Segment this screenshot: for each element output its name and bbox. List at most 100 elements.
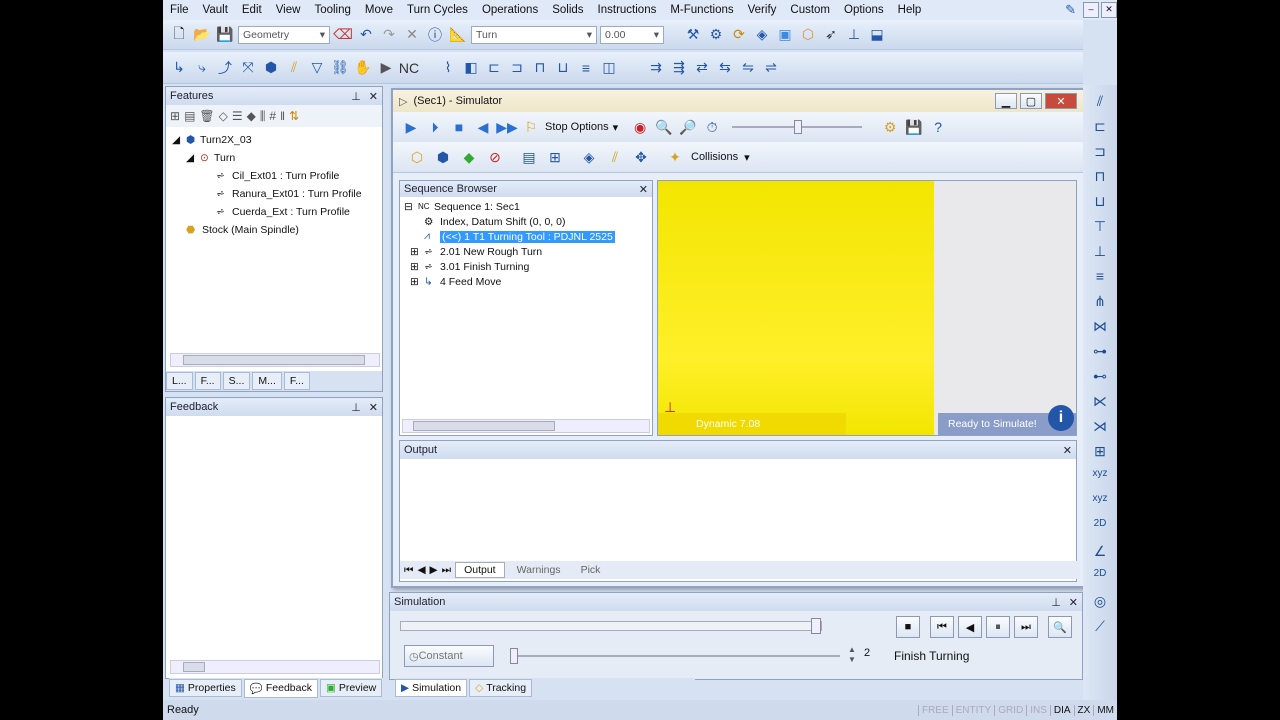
arrow-right-icon[interactable]: ⤷ (192, 58, 212, 78)
vt-line-icon[interactable]: ⟋ (1095, 618, 1105, 640)
speed-slider-thumb[interactable] (510, 648, 518, 664)
menu-operations[interactable]: Operations (475, 4, 545, 16)
close-button[interactable]: ✕ (1045, 93, 1077, 109)
cycle-7-icon[interactable]: ≡ (576, 58, 596, 78)
cycle-2-icon[interactable]: ◧ (461, 58, 481, 78)
features-hscrollbar[interactable] (170, 353, 380, 367)
next-icon[interactable]: ▶ (430, 564, 438, 576)
expand-icon[interactable]: ◢ (186, 152, 200, 164)
scroll-thumb[interactable] (413, 421, 555, 431)
menu-vault[interactable]: Vault (196, 4, 235, 16)
filter-icon[interactable]: ◇ (219, 109, 228, 123)
plane-icon[interactable]: ⬓ (867, 25, 887, 45)
move-3-icon[interactable]: ⇄ (692, 58, 712, 78)
cycle-8-icon[interactable]: ◫ (599, 58, 619, 78)
arrow-multi-icon[interactable]: ⤧ (238, 58, 258, 78)
prev-button[interactable]: ◀ (958, 616, 982, 638)
eraser-icon[interactable]: ⌫ (333, 25, 353, 45)
view-part-icon[interactable]: ◆ (459, 147, 479, 167)
move-6-icon[interactable]: ⇌ (761, 58, 781, 78)
display-4-icon[interactable]: ⫽ (605, 147, 625, 167)
sequence-item[interactable]: ⊞ ⩫ 3.01 Finish Turning (404, 259, 648, 274)
help-icon[interactable]: ? (928, 117, 948, 137)
record-icon[interactable]: ◉ (630, 117, 650, 137)
sim-icon[interactable]: ▶ (376, 58, 396, 78)
collapse-icon[interactable]: ⊟ (404, 201, 418, 213)
tree-item-stock[interactable]: ⬣ Stock (Main Spindle) (172, 221, 376, 239)
scroll-thumb[interactable] (183, 662, 205, 672)
indicator-grid[interactable]: GRID (994, 704, 1026, 716)
first-button[interactable]: ⏮ (930, 616, 954, 638)
vt-14-icon[interactable]: ⋊ (1093, 418, 1107, 440)
display-2-icon[interactable]: ⊞ (545, 147, 565, 167)
expand-icon[interactable]: ◢ (172, 134, 186, 146)
column-icon[interactable]: ⫼ (260, 109, 266, 124)
menu-file[interactable]: File (163, 4, 196, 16)
pointer-icon[interactable]: ➶ (821, 25, 841, 45)
last-button[interactable]: ⏭ (1014, 616, 1038, 638)
vt-2d2-icon[interactable]: 2D (1094, 568, 1107, 590)
view-stock-icon[interactable]: ⬡ (407, 147, 427, 167)
settings-gear-icon[interactable]: ⚙ (880, 117, 900, 137)
tab-preview[interactable]: ▣ Preview (319, 679, 383, 697)
save-icon[interactable]: 💾 (215, 25, 235, 45)
step-icon[interactable]: ⏵ (425, 117, 445, 137)
cycle-1-icon[interactable]: ⌇ (438, 58, 458, 78)
tab-s[interactable]: S... (222, 372, 251, 390)
hand-icon[interactable]: ✋ (353, 58, 373, 78)
play-icon[interactable]: ▶ (401, 117, 421, 137)
sequence-item[interactable]: ⚙ Index, Datum Shift (0, 0, 0) (404, 214, 648, 229)
tree-item-ranura-ext01[interactable]: ⩫ Ranura_Ext01 : Turn Profile (172, 185, 376, 203)
value-combo[interactable]: 0.00 ▾ (600, 25, 664, 44)
expand-icon[interactable]: ⊞ (410, 261, 424, 273)
step-spinner[interactable]: ▲ ▼ (848, 645, 856, 665)
display-3-icon[interactable]: ◈ (579, 147, 599, 167)
vt-3-icon[interactable]: ⊐ (1094, 143, 1106, 165)
menu-tooling[interactable]: Tooling (307, 4, 357, 16)
tree-item-turn[interactable]: ◢ ⊙ Turn (172, 149, 376, 167)
menu-verify[interactable]: Verify (741, 4, 784, 16)
feedback-hscrollbar[interactable] (170, 660, 380, 674)
indicator-dia[interactable]: DIA (1049, 704, 1074, 716)
vt-9-icon[interactable]: ⋔ (1094, 293, 1106, 315)
tree-item-cuerda-ext[interactable]: ⩫ Cuerda_Ext : Turn Profile (172, 203, 376, 221)
close-icon[interactable]: ✕ (369, 90, 378, 103)
vt-12-icon[interactable]: ⊷ (1093, 368, 1107, 390)
cycle-4-icon[interactable]: ⊐ (507, 58, 527, 78)
tree-item-turn2x[interactable]: ◢ ⬢ Turn2X_03 (172, 131, 376, 149)
display-1-icon[interactable]: ▤ (519, 147, 539, 167)
sequence-item[interactable]: ⊟ NC Sequence 1: Sec1 (404, 199, 648, 214)
close-icon[interactable]: ✕ (369, 401, 378, 414)
vt-1-icon[interactable]: ⫽ (1097, 93, 1103, 115)
prev-icon[interactable]: ◀ (417, 564, 425, 576)
stop-icon[interactable]: ■ (449, 117, 469, 137)
view-nc-icon[interactable]: ⊘ (485, 147, 505, 167)
close-icon[interactable]: ✕ (639, 183, 648, 196)
cycle-6-icon[interactable]: ⊔ (553, 58, 573, 78)
vt-2d-icon[interactable]: 2D (1094, 518, 1107, 540)
info-icon[interactable]: ⓘ (425, 25, 445, 45)
stop-options-button[interactable]: Stop Options (545, 121, 609, 133)
rotate-icon[interactable]: ⟳ (729, 25, 749, 45)
vt-10-icon[interactable]: ⋈ (1093, 318, 1107, 340)
vt-xyz2-icon[interactable]: xyz (1093, 493, 1108, 515)
indicator-zx[interactable]: ZX (1073, 704, 1094, 716)
tree-item-cil-ext01[interactable]: ⩫ Cil_Ext01 : Turn Profile (172, 167, 376, 185)
solid-view-icon[interactable]: ▣ (775, 25, 795, 45)
vt-15-icon[interactable]: ⊞ (1094, 443, 1106, 465)
view-tool-icon[interactable]: ⬢ (433, 147, 453, 167)
zoom-icon[interactable]: 🔍 (654, 117, 674, 137)
tool-icon[interactable]: ⫽ (284, 58, 304, 78)
progress-thumb[interactable] (811, 618, 821, 634)
menu-solids[interactable]: Solids (545, 4, 590, 16)
minimize-button[interactable]: ▁ (995, 93, 1017, 109)
cycle-3-icon[interactable]: ⊏ (484, 58, 504, 78)
minimize-icon[interactable]: – (1083, 2, 1099, 18)
move-2-icon[interactable]: ⇶ (669, 58, 689, 78)
vt-13-icon[interactable]: ⋉ (1093, 393, 1107, 415)
pen-icon[interactable]: ✎ (1058, 2, 1083, 18)
turn-combo[interactable]: Turn ▾ (471, 25, 597, 44)
menu-m-functions[interactable]: M-Functions (663, 4, 740, 16)
redo-icon[interactable]: ↷ (379, 25, 399, 45)
speed-slider-track[interactable] (510, 648, 840, 664)
